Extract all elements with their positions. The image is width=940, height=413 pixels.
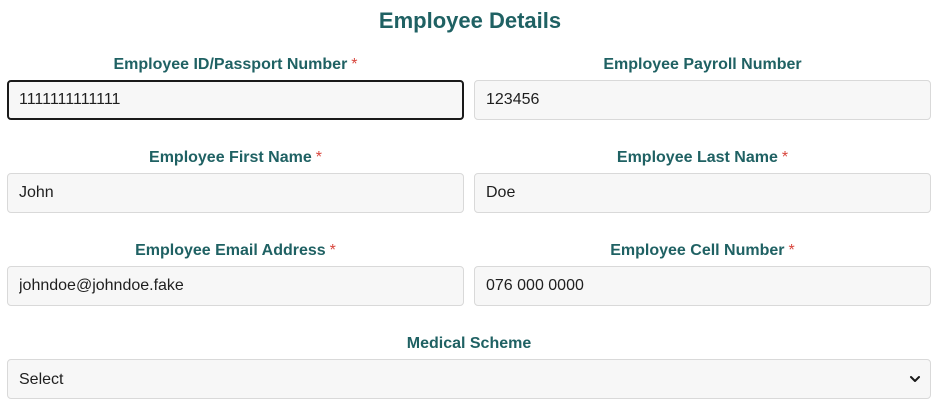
employee-id-label: Employee ID/Passport Number * [7,55,464,75]
last-name-label-text: Employee Last Name [616,149,778,166]
payroll-number-field-group: Employee Payroll Number [474,55,931,120]
required-marker: * [788,242,795,259]
last-name-label: Employee Last Name * [474,148,931,168]
first-name-input[interactable] [7,173,464,213]
payroll-number-input[interactable] [474,80,931,120]
employee-id-field-group: Employee ID/Passport Number * [7,55,464,120]
medical-scheme-field-group: Medical Scheme Select [7,334,931,399]
first-name-label-text: Employee First Name [149,149,312,166]
cell-number-label-text: Employee Cell Number [610,242,785,259]
last-name-field-group: Employee Last Name * [474,148,931,213]
page-title: Employee Details [378,8,562,33]
medical-scheme-label: Medical Scheme [7,334,931,354]
last-name-input[interactable] [474,173,931,213]
medical-scheme-select-wrapper: Select [7,359,931,399]
employee-id-input[interactable] [7,80,464,120]
email-field-group: Employee Email Address * [7,241,464,306]
medical-scheme-select[interactable]: Select [7,359,931,399]
medical-scheme-label-text: Medical Scheme [406,335,532,352]
first-name-field-group: Employee First Name * [7,148,464,213]
cell-number-field-group: Employee Cell Number * [474,241,931,306]
email-label-text: Employee Email Address [135,242,326,259]
cell-number-label: Employee Cell Number * [474,241,931,261]
employee-id-label-text: Employee ID/Passport Number [113,56,348,73]
email-input[interactable] [7,266,464,306]
required-marker: * [329,242,336,259]
required-marker: * [315,149,322,166]
required-marker: * [351,56,358,73]
email-label: Employee Email Address * [7,241,464,261]
cell-number-input[interactable] [474,266,931,306]
employee-details-form: Employee Details Employee ID/Passport Nu… [0,0,940,413]
first-name-label: Employee First Name * [7,148,464,168]
payroll-number-label: Employee Payroll Number [474,55,931,75]
required-marker: * [781,149,789,166]
payroll-number-label-text: Employee Payroll Number [603,56,802,73]
